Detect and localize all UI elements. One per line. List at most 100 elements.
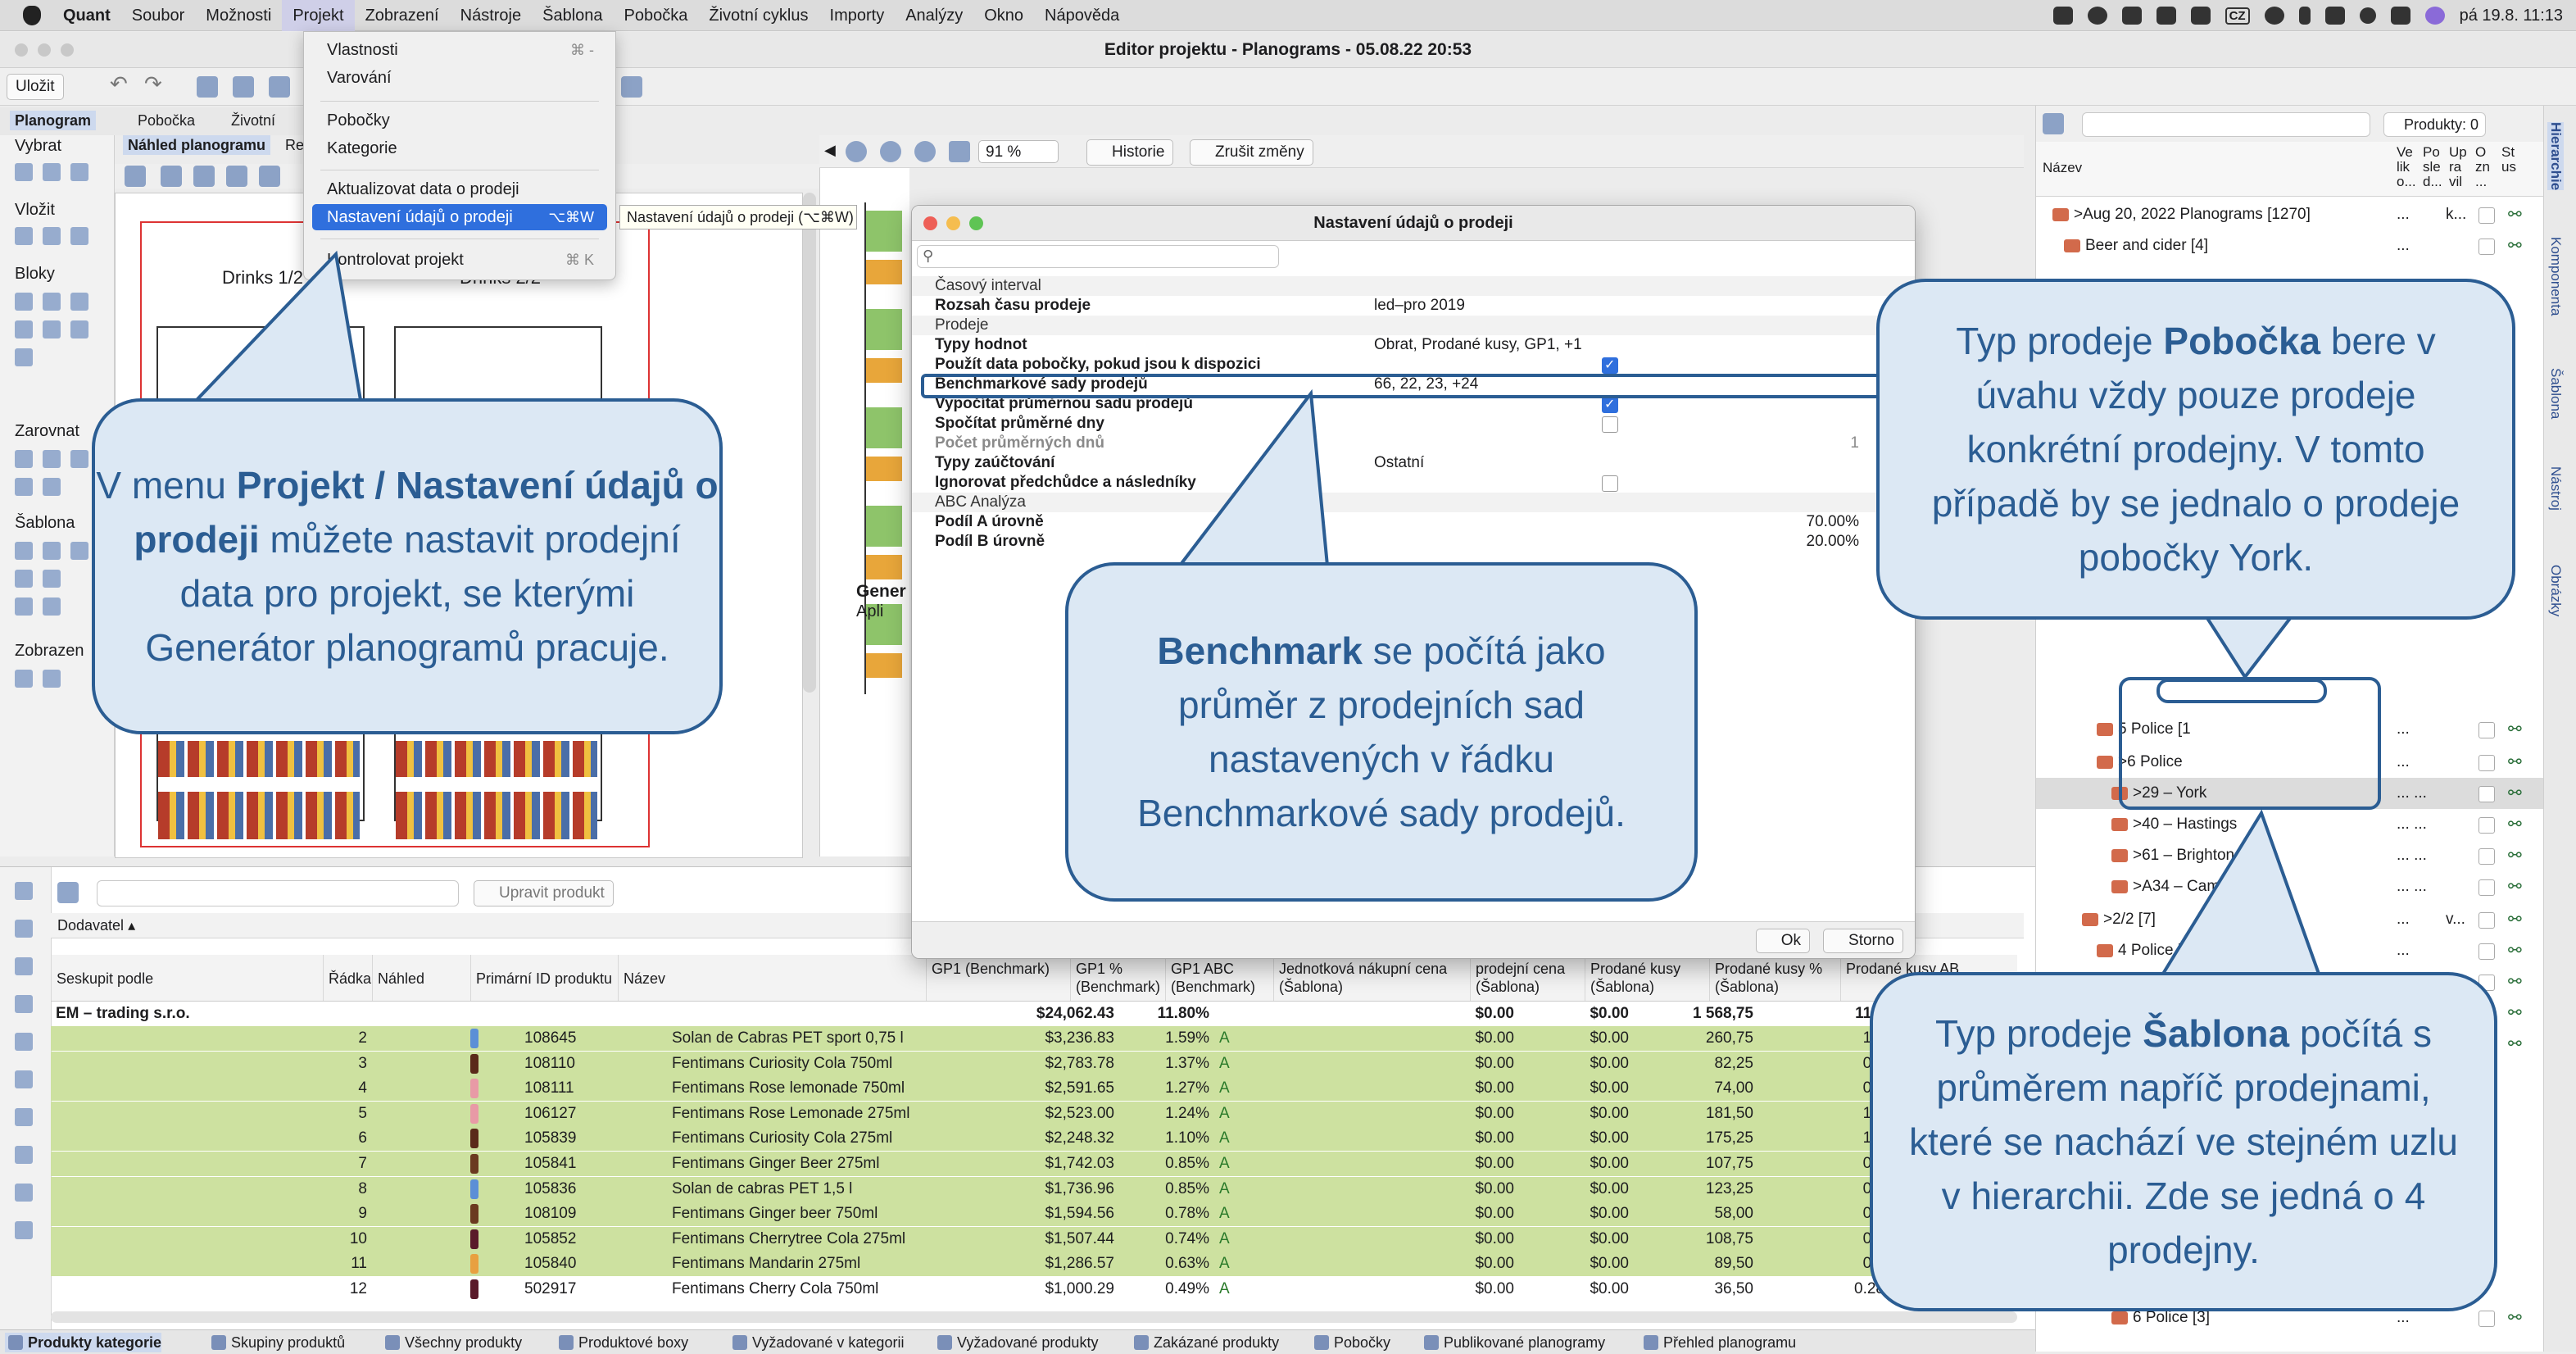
- siri-icon[interactable]: [2424, 7, 2445, 25]
- block-tool-icon[interactable]: [43, 293, 61, 311]
- row-average-days-count[interactable]: Počet průměrných dnů 1: [912, 434, 1915, 453]
- tab-planogram[interactable]: Planogram: [10, 111, 97, 130]
- tree-row[interactable]: >40 – Hastings ... ... ⚯: [2036, 809, 2544, 840]
- tree-row[interactable]: >2/2 [7]... v... ⚯: [2036, 904, 2544, 935]
- column-header[interactable]: Náhled: [372, 955, 470, 1001]
- menu-item-warnings[interactable]: Varování: [312, 65, 607, 91]
- tab-life[interactable]: Životní: [226, 111, 280, 130]
- menu-analyzy[interactable]: Analýzy: [895, 0, 973, 31]
- extension-icon[interactable]: [2052, 7, 2073, 25]
- align-tool-icon[interactable]: [70, 450, 88, 468]
- ignore-predecessors-checkbox[interactable]: [1602, 475, 1618, 492]
- group-row[interactable]: EM – trading s.r.o. $24,062.43 11.80% $0.00…: [51, 1002, 2017, 1026]
- col-3[interactable]: Up ra vil: [2449, 145, 2472, 189]
- block-tool-icon[interactable]: [70, 293, 88, 311]
- tree-row[interactable]: >A34 – Cambridge ... ... ⚯: [2036, 871, 2544, 902]
- menu-item-branches[interactable]: Pobočky: [312, 107, 607, 134]
- table-row[interactable]: 12 502917 Fentimans Cherry Cola 750ml $1,00…: [51, 1277, 2017, 1302]
- product-row[interactable]: [158, 741, 360, 777]
- tree-row[interactable]: >Aug 20, 2022 Planograms [1270]... k... ⚯: [2036, 199, 2544, 230]
- template-tool-icon[interactable]: [43, 570, 61, 588]
- zoom-out-icon[interactable]: [193, 166, 215, 187]
- tab-product-boxes[interactable]: Produktové boxy: [556, 1333, 688, 1352]
- undo-changes-button[interactable]: Zrušit změny: [1190, 139, 1313, 166]
- csv-export-icon[interactable]: [15, 1146, 33, 1164]
- tab-product-groups[interactable]: Skupiny produktů: [208, 1333, 345, 1352]
- tree-row-checkbox[interactable]: [2478, 817, 2495, 834]
- xls-export-icon[interactable]: [15, 1070, 33, 1088]
- average-set-checkbox[interactable]: [1602, 395, 1618, 415]
- zoom-in-icon[interactable]: [161, 166, 182, 187]
- dialog-minimize-button[interactable]: [946, 216, 960, 230]
- menu-soubor[interactable]: Soubor: [121, 0, 196, 31]
- row-a-share[interactable]: Podíl A úrovně 70.00%: [912, 512, 1915, 532]
- block-tool-icon[interactable]: [15, 320, 33, 338]
- block-tool-icon[interactable]: [43, 320, 61, 338]
- tree-row-checkbox[interactable]: [2478, 786, 2495, 802]
- column-header[interactable]: Název: [618, 955, 926, 1001]
- tree-row-checkbox[interactable]: [2478, 912, 2495, 929]
- close-window-button[interactable]: [15, 43, 28, 57]
- table-row[interactable]: 3 108110 Fentimans Curiosity Cola 750ml $2,…: [51, 1051, 2017, 1076]
- grid-icon[interactable]: [57, 882, 79, 903]
- menu-okno[interactable]: Okno: [973, 0, 1034, 31]
- table-row[interactable]: 7 105841 Fentimans Ginger Beer 275ml $1,742…: [51, 1152, 2017, 1176]
- apple-icon[interactable]: [23, 5, 41, 25]
- menu-importy[interactable]: Importy: [819, 0, 896, 31]
- align-tool-icon[interactable]: [15, 450, 33, 468]
- edit-product-button[interactable]: Upravit produkt: [474, 880, 614, 906]
- column-header[interactable]: Prodané kusy (Šablona): [1585, 955, 1709, 1001]
- tool-icon-1[interactable]: [197, 76, 218, 98]
- tool-icon-3[interactable]: [269, 76, 290, 98]
- tab-all-products[interactable]: Všechny produkty: [382, 1333, 522, 1352]
- table-row[interactable]: 11 105840 Fentimans Mandarin 275ml $1,286.5…: [51, 1252, 2017, 1277]
- xls-export-icon[interactable]: [15, 1108, 33, 1126]
- link-icon[interactable]: ⚯: [2508, 199, 2522, 230]
- column-header[interactable]: Seskupit podle: [51, 955, 323, 1001]
- tab-forbidden-products[interactable]: Zakázané produkty: [1131, 1333, 1279, 1352]
- col-5[interactable]: St us: [2501, 145, 2524, 175]
- history-button[interactable]: Historie: [1086, 139, 1174, 166]
- link-icon[interactable]: ⚯: [2508, 230, 2522, 261]
- template-tool-icon[interactable]: [70, 542, 88, 560]
- tab-branches[interactable]: Pobočky: [1311, 1333, 1390, 1352]
- minimize-window-button[interactable]: [38, 43, 51, 57]
- tree-row-checkbox[interactable]: [2478, 848, 2495, 865]
- tab-required-products[interactable]: Vyžadované produkty: [934, 1333, 1098, 1352]
- tree-row-checkbox[interactable]: [2478, 755, 2495, 771]
- headphones-icon[interactable]: [2190, 7, 2211, 25]
- tree-row-checkbox[interactable]: [2478, 239, 2495, 255]
- products-filter-button[interactable]: Produkty: 0: [2383, 112, 2487, 137]
- template-tool-icon[interactable]: [15, 597, 33, 616]
- link-icon[interactable]: ⚯: [2508, 966, 2522, 997]
- table-row[interactable]: 5 106127 Fentimans Rose Lemonade 275ml $2,5…: [51, 1101, 2017, 1126]
- product-row[interactable]: [396, 741, 597, 777]
- cloud-icon[interactable]: [2121, 7, 2142, 25]
- column-header[interactable]: prodejní cena (Šablona): [1470, 955, 1585, 1001]
- dialog-zoom-button[interactable]: [969, 216, 983, 230]
- menu-zivotni-cyklus[interactable]: Životní cyklus: [698, 0, 819, 31]
- column-header[interactable]: Primární ID produktu: [470, 955, 618, 1001]
- column-header[interactable]: Prodané kusy % (Šablona): [1709, 955, 1840, 1001]
- product-row[interactable]: [396, 792, 597, 839]
- tool-icon[interactable]: [15, 882, 33, 900]
- section-abc[interactable]: ABC Analýza: [912, 493, 1915, 512]
- table-row[interactable]: 4 108111 Fentimans Rose lemonade 750ml $2,5…: [51, 1076, 2017, 1102]
- table-icon[interactable]: [15, 1184, 33, 1202]
- link-icon[interactable]: ⚯: [2508, 871, 2522, 902]
- preview-scrollbar[interactable]: [803, 193, 816, 693]
- template-tool-icon[interactable]: [43, 597, 61, 616]
- zoom-fit-icon[interactable]: [949, 141, 970, 162]
- select-tool-icon[interactable]: [70, 163, 88, 181]
- tool-icon[interactable]: [15, 957, 33, 975]
- side-tab-hierarchy[interactable]: Hierarchie: [2547, 122, 2564, 191]
- select-tool-icon[interactable]: [43, 163, 61, 181]
- tree-row-checkbox[interactable]: [2478, 207, 2495, 224]
- link-icon[interactable]: ⚯: [2508, 1029, 2522, 1060]
- average-days-checkbox[interactable]: [1602, 416, 1618, 433]
- col-4[interactable]: O zn ...: [2475, 145, 2498, 189]
- menu-zobrazeni[interactable]: Zobrazení: [355, 0, 450, 31]
- zoom-icon[interactable]: [259, 166, 280, 187]
- undo-icon[interactable]: ↶: [110, 71, 128, 97]
- menu-app[interactable]: Quant: [52, 0, 121, 31]
